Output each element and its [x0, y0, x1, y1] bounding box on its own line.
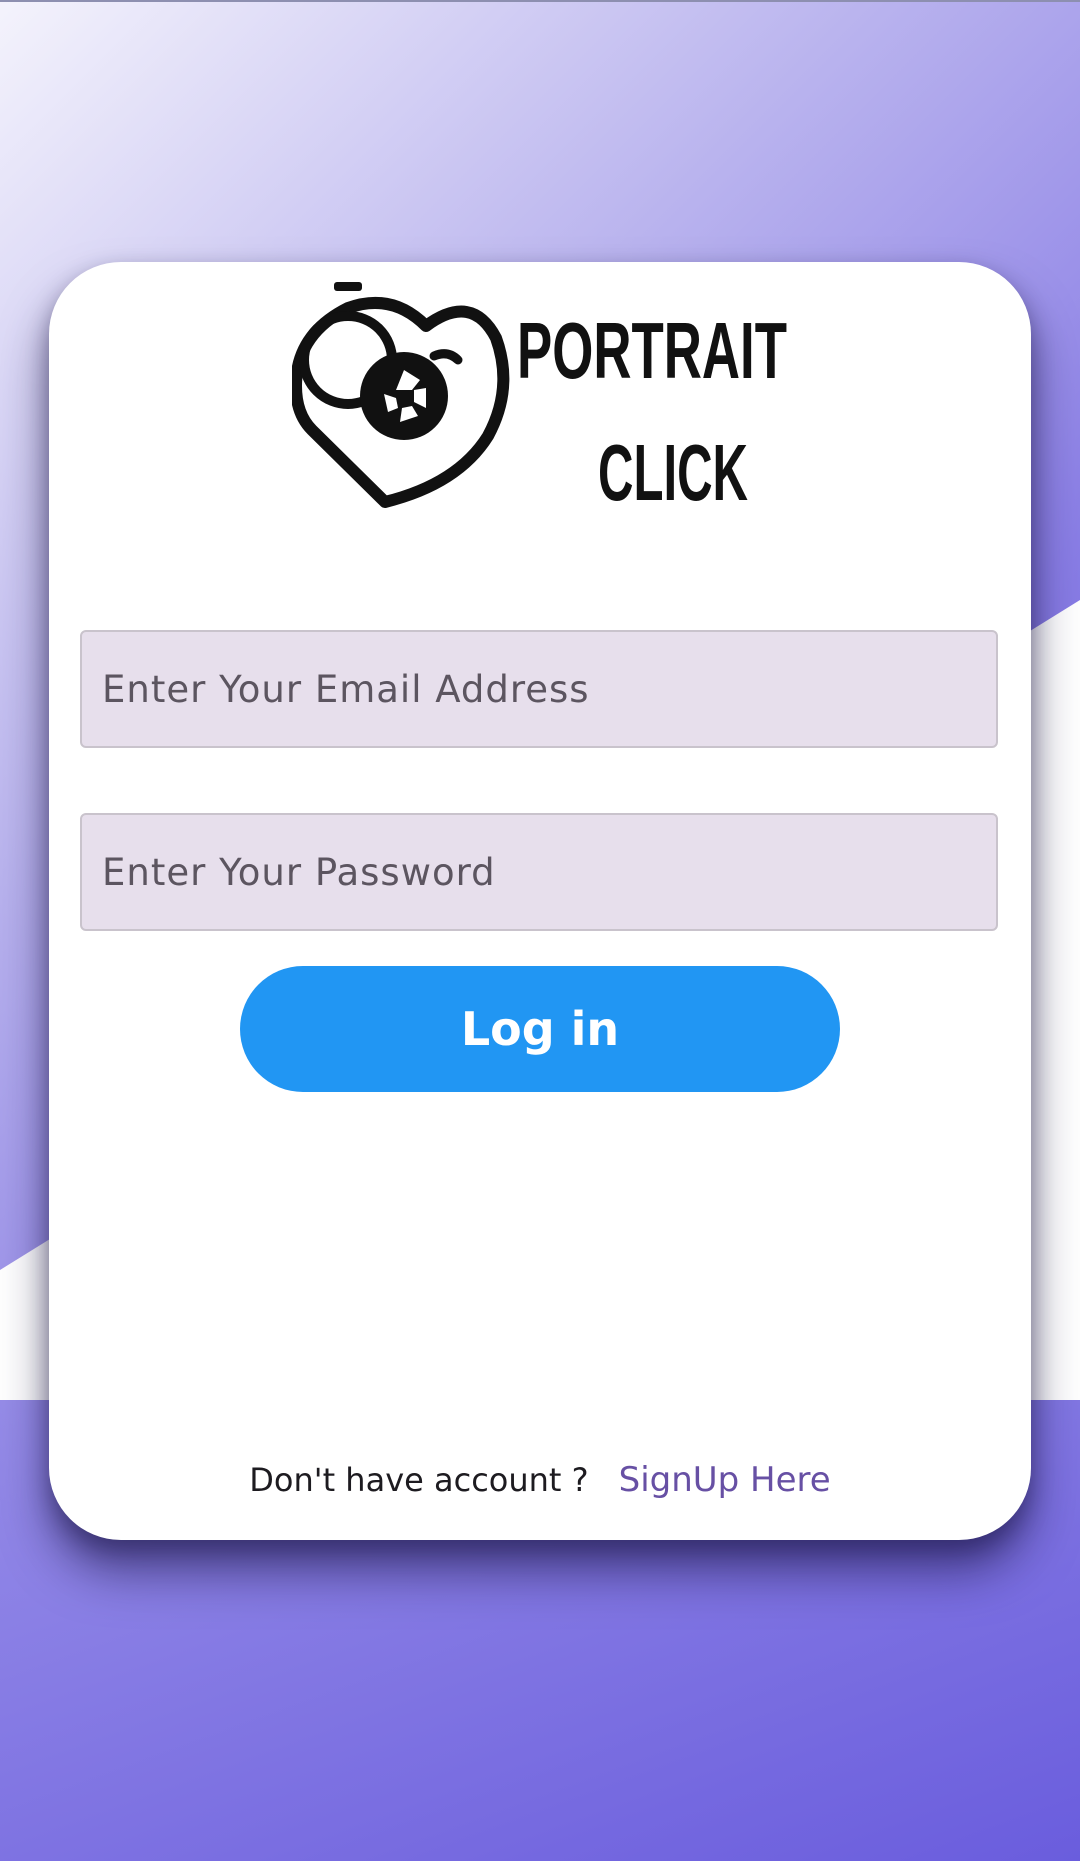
brand-line-2: CLICK	[598, 428, 748, 517]
brand-line-1: PORTRAIT	[517, 306, 787, 395]
heart-camera-icon	[292, 282, 510, 508]
password-input[interactable]	[80, 813, 998, 931]
top-divider	[0, 0, 1080, 2]
login-button[interactable]: Log in	[240, 966, 840, 1092]
signup-prompt: Don't have account ?	[249, 1461, 589, 1499]
email-input[interactable]	[80, 630, 998, 748]
login-screen: PORTRAIT CLICK Log in Don't have account…	[0, 0, 1080, 1861]
portrait-click-logo: PORTRAIT CLICK	[292, 282, 787, 517]
signup-link[interactable]: SignUp Here	[619, 1460, 831, 1500]
signup-row: Don't have account ? SignUp Here	[0, 1458, 1080, 1502]
